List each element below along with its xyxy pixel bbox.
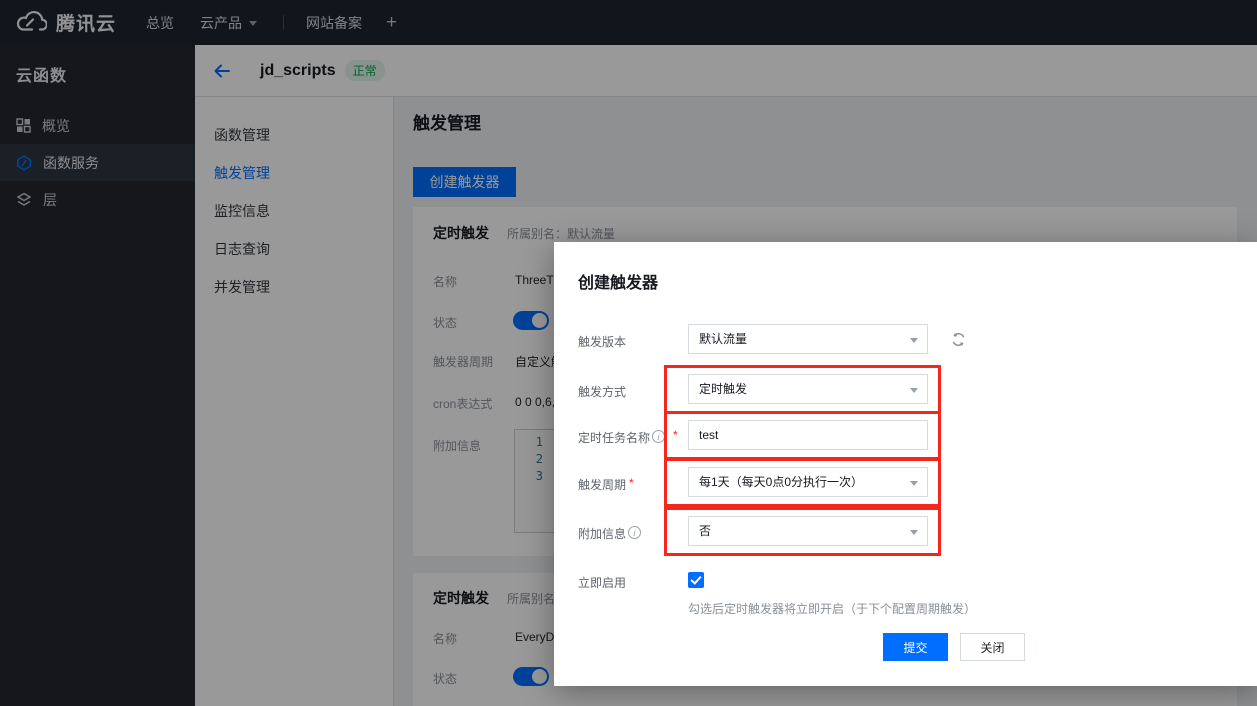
label-text: 触发版本 <box>578 333 626 350</box>
label-enable-now: 立即启用 <box>578 565 688 591</box>
label-task-name: 定时任务名称 i <box>578 420 688 446</box>
required-asterisk: * <box>629 476 634 490</box>
label-trigger-method: 触发方式 <box>578 374 688 400</box>
chevron-down-icon <box>910 530 918 539</box>
label-trigger-version: 触发版本 <box>578 324 688 350</box>
submit-button[interactable]: 提交 <box>883 633 948 661</box>
chevron-down-icon <box>910 338 918 347</box>
label-text: 立即启用 <box>578 574 626 591</box>
required-asterisk: * <box>673 428 678 442</box>
selected-value: 默认流量 <box>699 332 747 346</box>
chevron-down-icon <box>910 388 918 397</box>
modal-footer: 提交 关闭 <box>883 633 1025 661</box>
create-trigger-modal: 创建触发器 触发版本 默认流量 <box>554 242 1257 686</box>
info-icon: i <box>628 526 641 539</box>
info-icon: i <box>652 430 665 443</box>
label-text: 触发方式 <box>578 383 626 400</box>
enable-now-hint: 勾选后定时触发器将立即开启（于下个配置周期触发） <box>688 600 976 617</box>
selected-value: 每1天（每天0点0分执行一次） <box>699 475 863 489</box>
task-name-input[interactable] <box>688 420 928 450</box>
trigger-period-select[interactable]: 每1天（每天0点0分执行一次） <box>688 467 928 497</box>
close-button[interactable]: 关闭 <box>960 633 1025 661</box>
trigger-method-select[interactable]: 定时触发 <box>688 374 928 404</box>
label-extra-info: 附加信息 i <box>578 516 688 542</box>
enable-now-checkbox[interactable] <box>688 572 704 588</box>
trigger-version-select[interactable]: 默认流量 <box>688 324 928 354</box>
selected-value: 定时触发 <box>699 382 747 396</box>
modal-title: 创建触发器 <box>578 269 1257 293</box>
tencent-cloud-console: 腾讯云 总览 云产品 网站备案 + 云函数 <box>0 0 1257 706</box>
label-text: 附加信息 <box>578 525 626 542</box>
label-text: 触发周期 <box>578 476 626 493</box>
chevron-down-icon <box>910 481 918 490</box>
extra-info-select[interactable]: 否 <box>688 516 928 546</box>
refresh-icon[interactable] <box>950 331 967 348</box>
label-trigger-period: 触发周期 * <box>578 467 688 493</box>
label-text: 定时任务名称 <box>578 429 650 446</box>
selected-value: 否 <box>699 524 711 538</box>
